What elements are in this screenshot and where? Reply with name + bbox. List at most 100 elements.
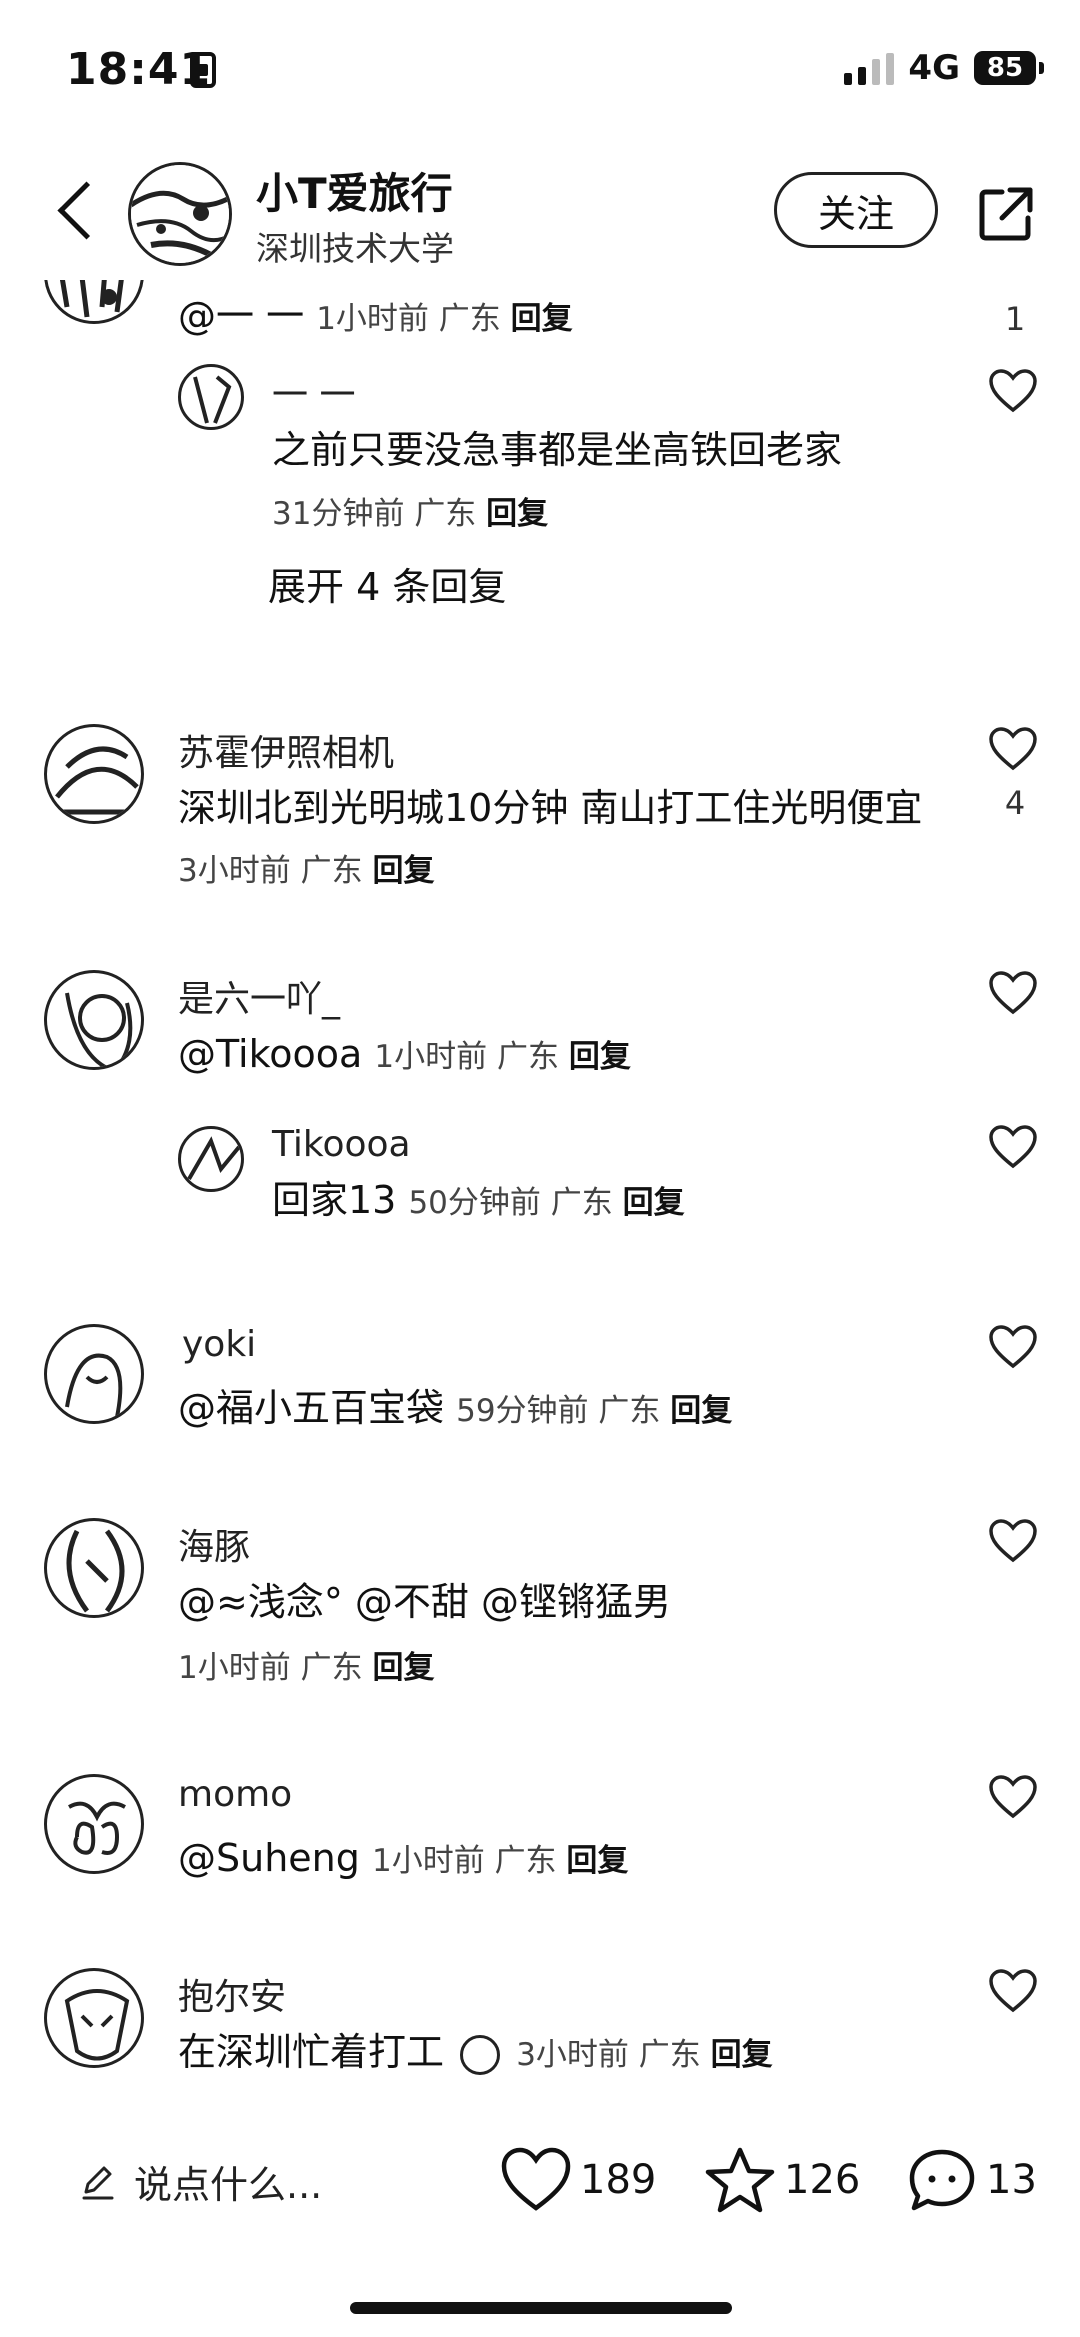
- comment-mention[interactable]: @福小五百宝袋: [178, 1386, 444, 1430]
- back-button[interactable]: [48, 176, 108, 248]
- status-indicators: 4G 85: [844, 48, 1044, 88]
- like-count: 4: [1004, 784, 1026, 822]
- heart-icon[interactable]: [988, 1968, 1038, 2014]
- commenter-avatar[interactable]: [178, 1126, 244, 1192]
- heart-icon[interactable]: [988, 970, 1038, 1016]
- expand-replies-link[interactable]: 展开 4 条回复: [268, 556, 506, 611]
- comment-mention[interactable]: @Suheng: [178, 1836, 360, 1880]
- comment-input[interactable]: 说点什么...: [78, 2154, 322, 2209]
- comment-location: 广东: [438, 301, 501, 337]
- like-button[interactable]: 189: [500, 2146, 656, 2214]
- commenter-name[interactable]: momo: [178, 1774, 292, 1815]
- reply-button[interactable]: 回复: [711, 2037, 773, 2073]
- follow-button[interactable]: 关注: [774, 172, 938, 248]
- comment-time: 31分钟前: [272, 496, 405, 532]
- comment-time: 1小时前: [371, 1843, 485, 1879]
- comment-text: 回家13 50分钟前 广东 回复: [272, 1170, 685, 1233]
- battery-icon: 85: [974, 51, 1044, 85]
- commenter-name[interactable]: Tikoooa: [272, 1124, 411, 1165]
- commenter-name[interactable]: 海豚: [178, 1518, 250, 1570]
- reply-button[interactable]: 回复: [372, 853, 434, 889]
- home-indicator[interactable]: [350, 2302, 732, 2314]
- bottom-action-bar: 说点什么... 189 126 13: [0, 2130, 1080, 2230]
- heart-icon: [501, 2147, 571, 2211]
- like-count: 189: [580, 2157, 657, 2203]
- heart-icon[interactable]: [988, 726, 1038, 772]
- collect-button[interactable]: 126: [704, 2146, 860, 2214]
- comment-text: 深圳北到光明城10分钟 南山打工住光明便宜 3小时前 广东 回复: [178, 778, 938, 901]
- comment-text: @一 一 1小时前 广东 回复: [178, 286, 573, 349]
- collect-count: 126: [784, 2157, 861, 2203]
- network-label: 4G: [908, 48, 960, 88]
- comment-time: 3小时前: [516, 2037, 629, 2073]
- reply-button[interactable]: 回复: [372, 1650, 434, 1686]
- comment-mention[interactable]: @Tikoooa: [178, 1032, 362, 1076]
- reply-button[interactable]: 回复: [486, 496, 548, 532]
- heart-icon[interactable]: [988, 1124, 1038, 1170]
- comment-count: 13: [986, 2157, 1037, 2203]
- star-icon: [705, 2147, 775, 2213]
- comment-location: 广东: [550, 1185, 613, 1221]
- comment-text: 之前只要没急事都是坐高铁回老家: [272, 428, 843, 472]
- commenter-name[interactable]: 一 一: [272, 366, 355, 418]
- comment-text: @Tikoooa 1小时前 广东 回复: [178, 1024, 631, 1087]
- comment-location: 广东: [598, 1393, 661, 1429]
- comment-body: 在深圳忙着打工: [178, 2030, 445, 2074]
- heart-icon[interactable]: [988, 1774, 1038, 1820]
- comment-text: 在深圳忙着打工 3小时前 广东 回复: [178, 2022, 773, 2085]
- comment-location: 广东: [300, 853, 363, 889]
- share-icon[interactable]: [976, 184, 1036, 244]
- comment-location: 广东: [496, 1039, 559, 1075]
- comment-time: 3小时前: [178, 853, 291, 889]
- reply-button[interactable]: 回复: [569, 1039, 631, 1075]
- comment-list: @一 一 1小时前 广东 回复 1 一 一 之前只要没急事都是坐高铁回老家 31…: [0, 280, 1080, 2100]
- heart-icon[interactable]: [988, 1518, 1038, 1564]
- commenter-avatar[interactable]: [44, 1324, 144, 1424]
- comment-text: @Suheng 1小时前 广东 回复: [178, 1828, 628, 1891]
- comment-input-placeholder: 说点什么...: [134, 2163, 323, 2207]
- commenter-name[interactable]: 是六一吖_: [178, 970, 340, 1022]
- comment-time: 1小时前: [178, 1650, 291, 1686]
- commenter-avatar[interactable]: [44, 1968, 144, 2068]
- comment-location: 广东: [638, 2037, 701, 2073]
- commenter-avatar[interactable]: [44, 1518, 144, 1618]
- reply-button[interactable]: 回复: [511, 301, 573, 337]
- commenter-name[interactable]: yoki: [182, 1324, 256, 1365]
- reply-button[interactable]: 回复: [670, 1393, 732, 1429]
- heart-icon[interactable]: [988, 368, 1038, 414]
- like-count: 1: [1004, 300, 1026, 338]
- comment-meta: 31分钟前 广东 回复: [272, 484, 548, 544]
- commenter-name[interactable]: 抱尔安: [178, 1968, 286, 2020]
- reply-button[interactable]: 回复: [566, 1843, 628, 1879]
- emoji-icon: [460, 2034, 501, 2075]
- comment-location: 广东: [300, 1650, 363, 1686]
- commenter-avatar[interactable]: [178, 364, 244, 430]
- comment-meta: 1小时前 广东 回复: [178, 1638, 434, 1698]
- comment-location: 广东: [414, 496, 477, 532]
- comment-mention[interactable]: @一 一: [178, 294, 304, 338]
- comment-text[interactable]: @≈浅念° @不甜 @铿锵猛男: [178, 1572, 671, 1632]
- pencil-icon: [82, 2166, 114, 2199]
- comment-text: @福小五百宝袋 59分钟前 广东 回复: [178, 1378, 732, 1441]
- comment-button[interactable]: 13: [906, 2146, 1037, 2214]
- heart-icon[interactable]: [988, 1324, 1038, 1370]
- comment-time: 1小时前: [374, 1039, 488, 1075]
- commenter-avatar[interactable]: [44, 724, 144, 824]
- comment-time: 1小时前: [316, 301, 429, 337]
- comment-body: 深圳北到光明城10分钟 南山打工住光明便宜: [178, 786, 923, 830]
- commenter-name[interactable]: 苏霍伊照相机: [178, 724, 394, 776]
- reply-button[interactable]: 回复: [623, 1185, 685, 1221]
- comment-time: 59分钟前: [456, 1393, 589, 1429]
- author-avatar[interactable]: [128, 162, 232, 266]
- focus-mode-icon: [190, 52, 216, 88]
- status-bar: 18:41 4G 85: [0, 0, 1080, 140]
- author-name[interactable]: 小T爱旅行: [256, 160, 453, 221]
- comment-bubble-icon: [909, 2149, 975, 2211]
- post-header: 小T爱旅行 深圳技术大学 关注: [0, 140, 1080, 280]
- comment-time: 50分钟前: [408, 1185, 541, 1221]
- commenter-avatar[interactable]: [44, 970, 144, 1070]
- comment-body: 回家13: [272, 1178, 397, 1222]
- commenter-avatar[interactable]: [44, 280, 144, 324]
- comment-location: 广东: [494, 1843, 557, 1879]
- commenter-avatar[interactable]: [44, 1774, 144, 1874]
